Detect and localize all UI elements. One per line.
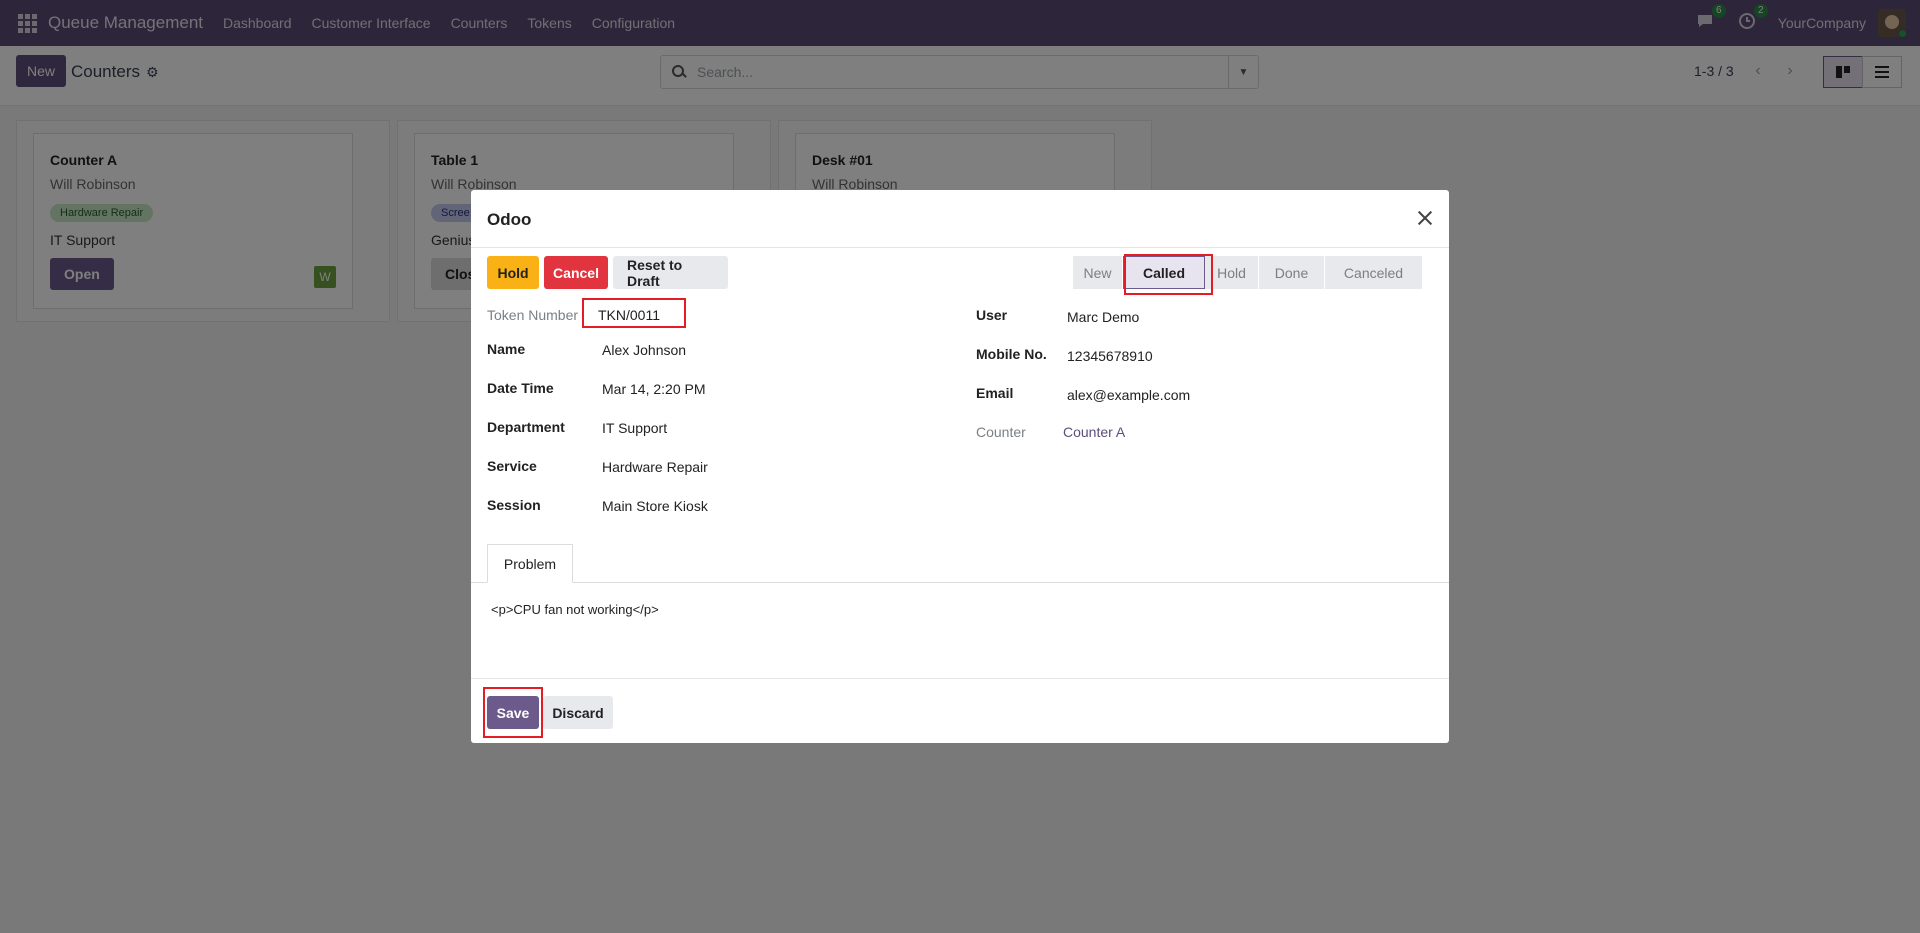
dialog-header: Odoo [471, 190, 1449, 248]
session-label: Session [487, 497, 541, 513]
cancel-button[interactable]: Cancel [544, 256, 608, 289]
date-time-field[interactable]: Mar 14, 2:20 PM [602, 381, 706, 397]
user-field[interactable]: Marc Demo [1067, 309, 1139, 325]
service-field[interactable]: Hardware Repair [602, 459, 708, 475]
discard-button[interactable]: Discard [543, 696, 613, 729]
called-stage-highlight [1124, 254, 1213, 295]
mobile-label: Mobile No. [976, 346, 1047, 362]
user-label: User [976, 307, 1008, 323]
name-field[interactable]: Alex Johnson [602, 342, 686, 358]
tab-divider [471, 582, 1449, 583]
token-form-dialog: Odoo Hold Cancel Reset to Draft New Call… [471, 190, 1449, 743]
stage-hold[interactable]: Hold [1205, 256, 1259, 289]
dialog-title: Odoo [487, 210, 532, 229]
department-field[interactable]: IT Support [602, 420, 667, 436]
email-label: Email [976, 385, 1014, 401]
save-button-highlight [483, 687, 543, 738]
name-label: Name [487, 341, 526, 357]
stage-canceled[interactable]: Canceled [1325, 256, 1423, 289]
tab-problem[interactable]: Problem [487, 544, 573, 583]
date-time-label: Date Time [487, 380, 554, 396]
department-label: Department [487, 419, 565, 435]
session-field[interactable]: Main Store Kiosk [602, 498, 708, 514]
counter-link[interactable]: Counter A [1063, 424, 1125, 440]
close-icon[interactable] [1415, 208, 1435, 228]
reset-to-draft-button[interactable]: Reset to Draft [613, 256, 728, 289]
problem-content[interactable]: <p>CPU fan not working</p> [491, 602, 659, 617]
email-field[interactable]: alex@example.com [1067, 387, 1190, 403]
service-label: Service [487, 458, 537, 474]
token-number-highlight [582, 298, 686, 328]
mobile-field[interactable]: 12345678910 [1067, 348, 1153, 364]
counter-label: Counter [976, 424, 1026, 440]
hold-button[interactable]: Hold [487, 256, 539, 289]
stage-new[interactable]: New [1073, 256, 1123, 289]
token-number-label: Token Number [487, 307, 579, 323]
stage-done[interactable]: Done [1259, 256, 1325, 289]
footer-divider [471, 678, 1449, 679]
